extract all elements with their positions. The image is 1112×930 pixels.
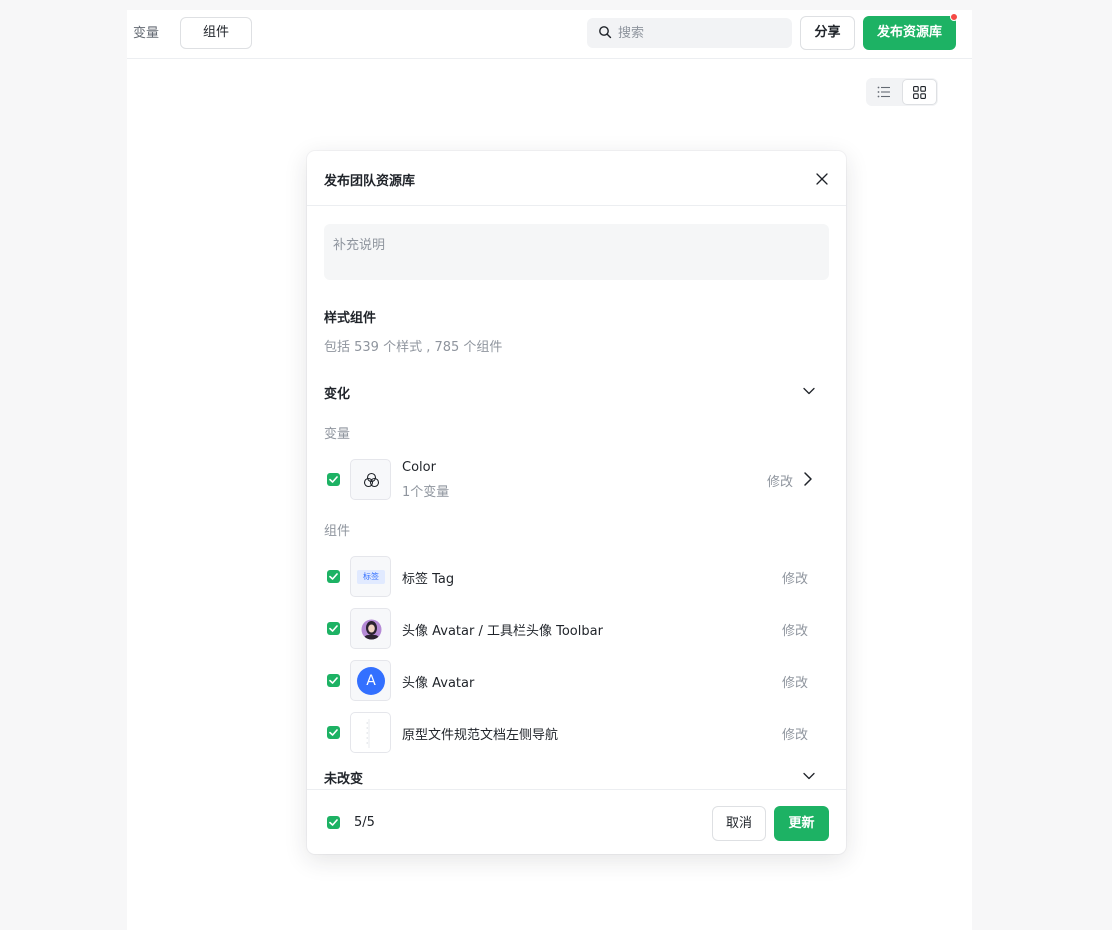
checkbox[interactable] [327, 473, 340, 486]
grid-view-button[interactable] [902, 79, 937, 105]
dialog-title: 发布团队资源库 [324, 174, 416, 189]
cancel-button[interactable]: 取消 [712, 806, 766, 841]
check-icon [329, 625, 338, 632]
update-button[interactable]: 更新 [774, 806, 829, 841]
styles-section-title: 样式组件 [324, 311, 377, 326]
close-icon [816, 173, 828, 185]
modified-label: 修改 [782, 728, 809, 743]
list-icon [877, 86, 890, 98]
description-input[interactable] [324, 224, 829, 280]
chevron-right-icon[interactable] [802, 471, 814, 487]
variable-name: Color [402, 460, 436, 475]
check-icon [329, 677, 338, 684]
grid-icon [913, 85, 926, 99]
checkbox[interactable] [327, 570, 340, 583]
modified-label: 修改 [767, 475, 794, 490]
check-icon [329, 573, 338, 580]
list-item-component: 标签 标签 Tag 修改 [324, 556, 829, 598]
checkbox[interactable] [327, 726, 340, 739]
list-item-component: A 头像 Avatar 修改 [324, 660, 829, 702]
tab-components[interactable]: 组件 [180, 17, 252, 49]
component-name: 原型文件规范文档左侧导航 [402, 728, 559, 743]
color-variable-icon [363, 472, 380, 488]
publish-library-button[interactable]: 发布资源库 [863, 16, 956, 50]
component-thumbnail [350, 608, 391, 649]
list-item-component: 原型文件规范文档左侧导航 修改 [324, 712, 829, 754]
select-all-checkbox[interactable] [327, 816, 340, 829]
search-box[interactable] [587, 18, 792, 48]
component-thumbnail [350, 712, 391, 753]
styles-summary: 包括 539 个样式 , 785 个组件 [324, 340, 503, 355]
changed-section-title[interactable]: 变化 [324, 383, 350, 402]
list-view-button[interactable] [868, 80, 900, 104]
components-group-label: 组件 [324, 524, 351, 539]
unchanged-section-title[interactable]: 未改变 [324, 768, 363, 787]
notification-dot [950, 13, 958, 21]
component-name: 头像 Avatar [402, 676, 475, 691]
list-item-component: 头像 Avatar / 工具栏头像 Toolbar 修改 [324, 608, 829, 650]
component-name: 头像 Avatar / 工具栏头像 Toolbar [402, 624, 603, 639]
check-icon [329, 476, 338, 483]
share-button[interactable]: 分享 [800, 16, 855, 50]
modified-label: 修改 [782, 676, 809, 691]
chevron-down-icon[interactable] [801, 768, 817, 784]
list-item-variable-color: Color 1个变量 修改 [324, 459, 829, 501]
variable-count: 1个变量 [402, 485, 450, 500]
tab-variables[interactable]: 变量 [133, 22, 159, 41]
dialog-header: 发布团队资源库 [307, 151, 846, 206]
checkbox[interactable] [327, 674, 340, 687]
avatar-photo-icon [361, 619, 382, 640]
chevron-down-icon[interactable] [801, 383, 817, 399]
check-icon [329, 819, 338, 826]
top-bar: 变量 组件 分享 发布资源库 [127, 10, 972, 59]
component-name: 标签 Tag [402, 572, 455, 587]
check-icon [329, 729, 338, 736]
search-input[interactable] [618, 18, 788, 48]
dialog-footer: 5/5 取消 更新 [307, 789, 846, 854]
close-button[interactable] [812, 169, 832, 189]
avatar-preview: A [357, 667, 385, 695]
variable-thumbnail [350, 459, 391, 500]
sidebar-nav-preview-icon [366, 719, 370, 748]
view-toggle [866, 78, 938, 106]
publish-dialog: 发布团队资源库 样式组件 包括 539 个样式 , 785 个组件 变化 变量 … [307, 151, 846, 854]
checkbox[interactable] [327, 622, 340, 635]
component-thumbnail: A [350, 660, 391, 701]
modified-label: 修改 [782, 624, 809, 639]
tag-preview: 标签 [357, 570, 385, 584]
variables-group-label: 变量 [324, 427, 351, 442]
search-icon [599, 26, 612, 39]
selected-count: 5/5 [354, 815, 375, 830]
component-thumbnail: 标签 [350, 556, 391, 597]
modified-label: 修改 [782, 572, 809, 587]
